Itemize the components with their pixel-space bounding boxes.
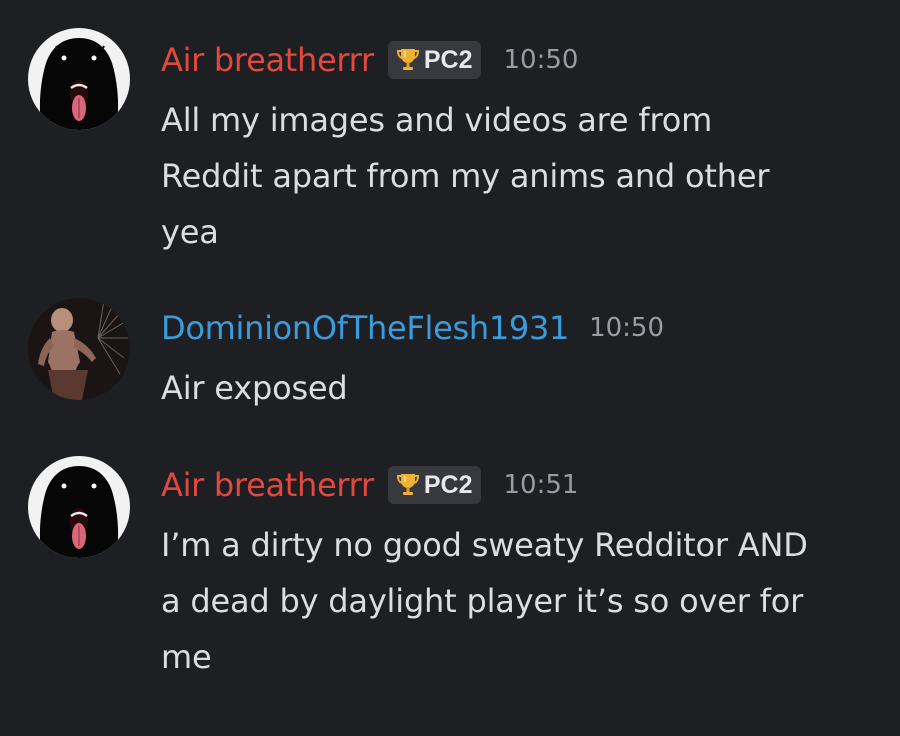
message-line: I’m a dirty no good sweaty Redditor AND	[161, 526, 808, 564]
avatar[interactable]	[28, 28, 130, 130]
message-line: me	[161, 638, 212, 676]
avatar[interactable]	[28, 298, 130, 400]
username[interactable]: Air breatherrr	[161, 41, 374, 79]
message-line: yea	[161, 213, 219, 251]
message-header: DominionOfTheFlesh1931 10:50	[161, 306, 870, 350]
message-line: a dead by daylight player it’s so over f…	[161, 582, 804, 620]
trophy-icon	[396, 472, 420, 498]
server-tag-label: PC2	[423, 45, 473, 74]
message-content: Air exposed	[161, 360, 870, 416]
server-tag-badge[interactable]: PC2	[387, 466, 482, 504]
message-header: Air breatherrr PC2 10:50	[161, 38, 870, 82]
avatar[interactable]	[28, 456, 130, 558]
timestamp: 10:50	[589, 313, 664, 343]
message-header: Air breatherrr PC2 10:51	[161, 463, 870, 507]
timestamp: 10:51	[503, 470, 579, 500]
chat-message-list: Air breatherrr PC2 10:50 All my images a…	[0, 0, 900, 736]
username[interactable]: DominionOfTheFlesh1931	[161, 309, 569, 347]
server-tag-badge[interactable]: PC2	[387, 41, 482, 79]
username[interactable]: Air breatherrr	[161, 466, 374, 504]
server-tag-label: PC2	[423, 470, 473, 499]
message-line: Reddit apart from my anims and other	[161, 157, 770, 195]
trophy-icon	[396, 47, 420, 73]
message-line: All my images and videos are from	[161, 101, 713, 139]
message-line: Air exposed	[161, 369, 348, 407]
message-content: All my images and videos are from Reddit…	[161, 92, 870, 260]
message-content: I’m a dirty no good sweaty Redditor AND …	[161, 517, 870, 685]
timestamp: 10:50	[503, 45, 579, 75]
